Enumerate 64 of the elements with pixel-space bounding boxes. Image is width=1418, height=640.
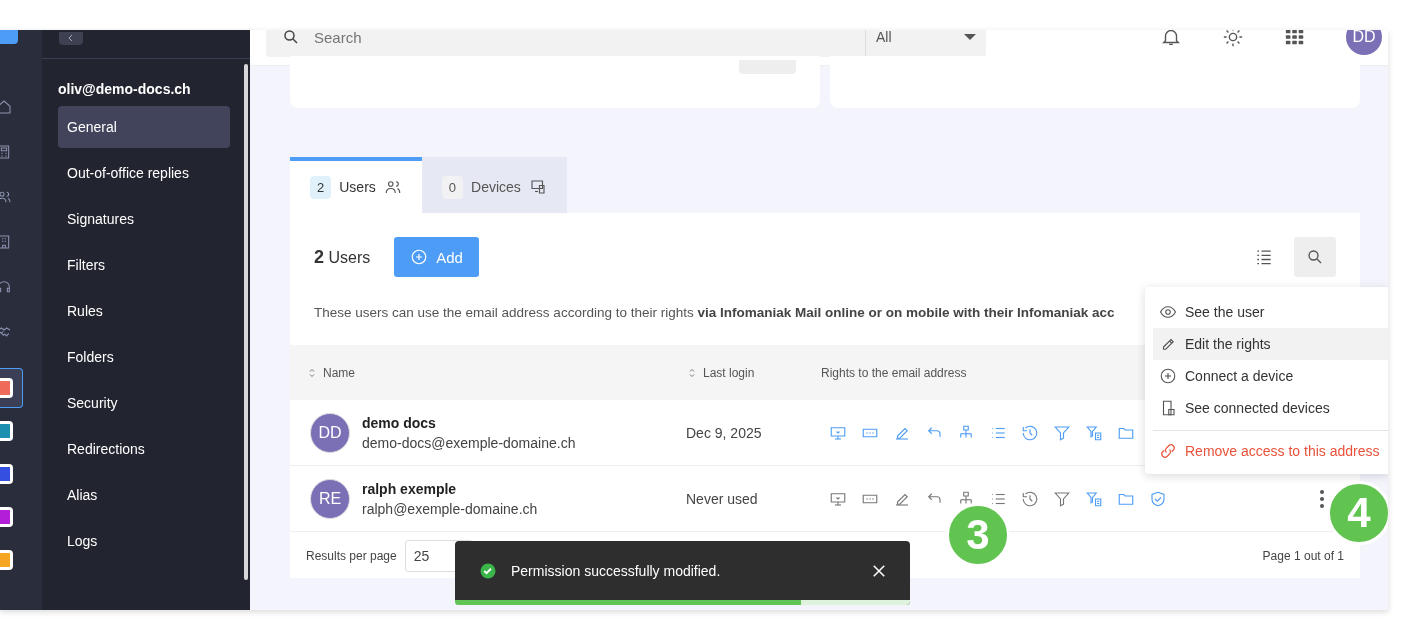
devices-icon — [528, 178, 547, 196]
user-name: demo docs — [362, 414, 437, 431]
filter-dropdown[interactable]: All — [866, 30, 986, 57]
app-icon[interactable] — [0, 550, 13, 570]
column-header[interactable]: Last login — [686, 365, 821, 380]
nav-item[interactable]: Security — [58, 382, 230, 424]
search-field[interactable]: Search — [312, 30, 716, 47]
nav-item[interactable]: Redirections — [58, 428, 230, 470]
menu-item[interactable]: Edit the rights — [1153, 328, 1388, 360]
step-marker: 3 — [946, 503, 1010, 567]
results-label: Results per page — [306, 549, 397, 563]
home-icon[interactable] — [0, 98, 12, 116]
tab-label: Devices — [471, 179, 521, 195]
user-email: ralph@exemple-domaine.ch — [362, 500, 538, 517]
pagination-text: Page 1 out of 1 — [1262, 549, 1344, 563]
bell-icon[interactable] — [1160, 30, 1182, 48]
search-icon — [282, 30, 300, 46]
nav-item[interactable]: General — [58, 106, 230, 148]
nav-item[interactable]: Folders — [58, 336, 230, 378]
menu-item[interactable]: Remove access to this address — [1153, 436, 1388, 466]
app-icon[interactable] — [0, 507, 13, 527]
nav-item[interactable]: Signatures — [58, 198, 230, 240]
plus-icon — [1159, 367, 1177, 385]
tab-label: Users — [339, 179, 376, 195]
users-icon — [383, 178, 402, 196]
building-icon[interactable] — [0, 233, 12, 251]
user-avatar[interactable]: DD — [1346, 30, 1382, 55]
calculator-icon[interactable] — [0, 143, 12, 161]
menu-item[interactable]: See connected devices — [1153, 392, 1388, 424]
user-name: ralph exemple — [362, 480, 458, 497]
nav-item[interactable]: Logs — [58, 520, 230, 562]
nav-item[interactable]: Rules — [58, 290, 230, 332]
users-heading: 2 Users — [314, 246, 371, 268]
tab[interactable]: 0 Devices — [421, 157, 567, 213]
column-header[interactable]: Name — [306, 365, 686, 380]
search-icon — [1306, 248, 1324, 266]
app-icon[interactable] — [0, 378, 13, 398]
toast-message: Permission successfully modified. — [511, 562, 721, 579]
check-icon — [479, 561, 497, 580]
search-bar[interactable]: Search — [266, 30, 866, 57]
nav-item[interactable]: Out-of-office replies — [58, 152, 230, 194]
nav-item[interactable]: Filters — [58, 244, 230, 286]
account-email: oliv@demo-docs.ch — [58, 81, 192, 97]
eye-icon — [1159, 303, 1177, 321]
description-text: These users can use the email address according to their rights via Infomaniak Mail online or on mobile with their Infomaniak acc — [314, 305, 1115, 320]
menu-item[interactable]: Connect a device — [1153, 360, 1388, 392]
unlink-icon — [1159, 442, 1177, 460]
nav-item[interactable]: Alias — [58, 474, 230, 516]
tab-count: 2 — [310, 175, 332, 199]
user-avatar: DD — [310, 412, 350, 453]
tab[interactable]: 2 Users — [290, 157, 422, 213]
user-email: demo-docs@exemple-domaine.ch — [362, 434, 576, 451]
menu-item[interactable]: See the user — [1153, 296, 1388, 328]
settings-icon[interactable] — [1222, 30, 1244, 48]
app-icon[interactable] — [0, 421, 13, 441]
step-marker: 4 — [1327, 481, 1388, 545]
app-icon[interactable] — [0, 464, 13, 484]
more-icon[interactable] — [1320, 489, 1324, 508]
search-button[interactable] — [1294, 237, 1336, 277]
last-login: Dec 9, 2025 — [686, 424, 763, 441]
plus-icon — [410, 248, 429, 266]
tab-count: 0 — [441, 175, 464, 199]
last-login: Never used — [686, 490, 759, 507]
user-avatar: RE — [310, 478, 350, 519]
